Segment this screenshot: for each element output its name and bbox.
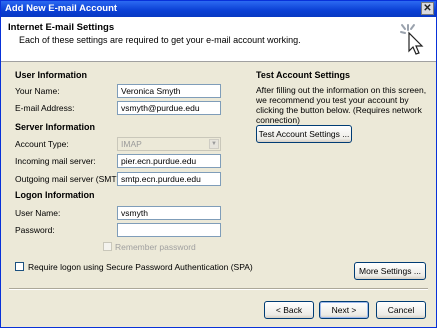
spa-label: Require logon using Secure Password Auth… bbox=[28, 262, 253, 272]
remember-password-checkbox bbox=[103, 242, 112, 251]
outgoing-server-input[interactable]: smtp.ecn.purdue.edu bbox=[117, 172, 221, 186]
close-icon[interactable]: ✕ bbox=[421, 2, 434, 15]
incoming-server-label: Incoming mail server: bbox=[15, 156, 96, 166]
remember-password-label: Remember password bbox=[115, 242, 196, 252]
back-button[interactable]: < Back bbox=[264, 301, 314, 319]
next-button[interactable]: Next > bbox=[319, 301, 369, 319]
footer-divider bbox=[9, 288, 428, 290]
your-name-input[interactable]: Veronica Smyth bbox=[117, 84, 221, 98]
window-title: Add New E-mail Account bbox=[5, 3, 118, 14]
more-settings-button[interactable]: More Settings ... bbox=[354, 262, 426, 280]
account-type-value: IMAP bbox=[121, 139, 142, 149]
chevron-down-icon: ▼ bbox=[209, 139, 219, 149]
cancel-button[interactable]: Cancel bbox=[376, 301, 426, 319]
test-settings-description: After filling out the information on thi… bbox=[256, 85, 427, 125]
server-info-heading: Server Information bbox=[15, 122, 96, 132]
incoming-server-input[interactable]: pier.ecn.purdue.edu bbox=[117, 154, 221, 168]
title-bar[interactable]: Add New E-mail Account ✕ bbox=[1, 1, 436, 17]
user-name-label: User Name: bbox=[15, 208, 61, 218]
user-info-heading: User Information bbox=[15, 70, 88, 80]
add-email-account-dialog: Add New E-mail Account ✕ Internet E-mail… bbox=[0, 0, 437, 328]
test-settings-heading: Test Account Settings bbox=[256, 70, 351, 80]
your-name-label: Your Name: bbox=[15, 86, 60, 96]
user-name-input[interactable]: vsmyth bbox=[117, 206, 221, 220]
password-input[interactable] bbox=[117, 223, 221, 237]
test-account-settings-button[interactable]: Test Account Settings ... bbox=[256, 125, 352, 143]
outgoing-server-label: Outgoing mail server (SMTP): bbox=[15, 174, 128, 184]
spa-checkbox[interactable] bbox=[15, 262, 24, 271]
password-label: Password: bbox=[15, 225, 55, 235]
logon-info-heading: Logon Information bbox=[15, 190, 95, 200]
header-subtitle: Each of these settings are required to g… bbox=[19, 35, 301, 45]
email-address-input[interactable]: vsmyth@purdue.edu bbox=[117, 101, 221, 115]
header-title: Internet E-mail Settings bbox=[8, 22, 115, 33]
dialog-header: Internet E-mail Settings Each of these s… bbox=[1, 17, 436, 62]
account-type-select: IMAP ▼ bbox=[117, 137, 221, 151]
email-address-label: E-mail Address: bbox=[15, 103, 75, 113]
cursor-click-icon bbox=[400, 24, 424, 55]
account-type-label: Account Type: bbox=[15, 139, 69, 149]
